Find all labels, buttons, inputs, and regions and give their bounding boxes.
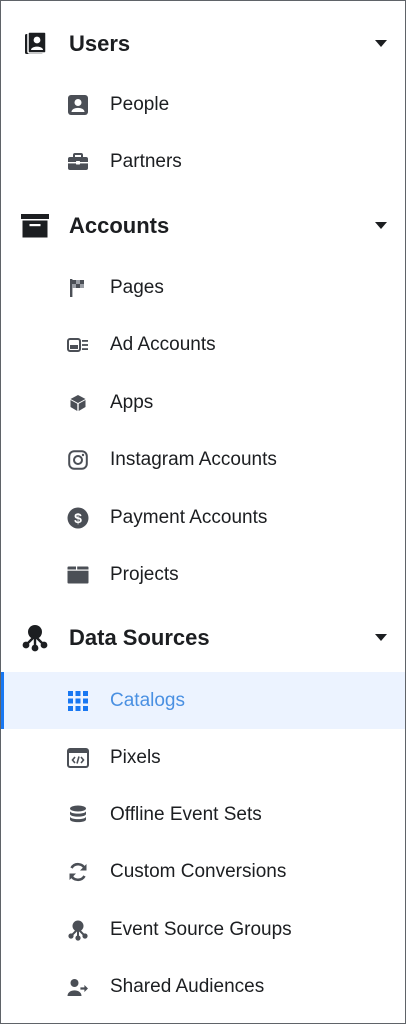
nav-item-label: Payment Accounts	[110, 507, 268, 528]
dollar-circle-icon: $	[67, 507, 89, 529]
database-stack-icon	[67, 804, 89, 826]
selection-indicator	[1, 672, 4, 729]
section-header-data-sources[interactable]: Data Sources	[1, 613, 405, 663]
nav-item-label: Event Source Groups	[110, 919, 292, 940]
nav-item-label: Pixels	[110, 747, 161, 768]
nav-item-label: Instagram Accounts	[110, 449, 277, 470]
nav-item-label: Projects	[110, 564, 179, 585]
nav-item-instagram-accounts[interactable]: Instagram Accounts	[1, 437, 405, 483]
nav-item-pixels[interactable]: Pixels	[1, 735, 405, 781]
nav-item-pages[interactable]: Pages	[1, 265, 405, 311]
nav-item-event-source-groups[interactable]: Event Source Groups	[1, 907, 405, 953]
navigation-sidebar: Users People Partners Accounts Pages Ad …	[0, 0, 406, 1024]
section-header-accounts[interactable]: Accounts	[1, 201, 405, 251]
caret-down-icon[interactable]	[375, 221, 387, 231]
nav-item-label: People	[110, 94, 170, 115]
nav-item-ad-accounts[interactable]: Ad Accounts	[1, 322, 405, 368]
briefcase-icon	[67, 151, 89, 173]
caret-down-icon[interactable]	[375, 39, 387, 49]
caret-down-icon[interactable]	[375, 633, 387, 643]
data-sources-icon	[21, 624, 49, 652]
nav-item-people[interactable]: People	[1, 82, 405, 128]
section-header-users[interactable]: Users	[1, 19, 405, 69]
grid-icon	[67, 690, 89, 712]
nav-item-custom-conversions[interactable]: Custom Conversions	[1, 849, 405, 895]
nav-item-apps[interactable]: Apps	[1, 380, 405, 426]
nav-item-catalogs[interactable]: Catalogs	[1, 672, 405, 729]
nav-item-label: Apps	[110, 392, 154, 413]
cube-icon	[67, 392, 89, 414]
archive-box-icon	[21, 212, 49, 240]
nav-item-label: Offline Event Sets	[110, 804, 262, 825]
svg-text:$: $	[74, 510, 82, 526]
nav-item-payment-accounts[interactable]: $ Payment Accounts	[1, 495, 405, 541]
section-title: Accounts	[69, 213, 170, 238]
nav-item-label: Pages	[110, 277, 164, 298]
folder-icon	[67, 564, 89, 586]
nav-item-partners[interactable]: Partners	[1, 139, 405, 185]
flag-icon	[67, 277, 89, 299]
code-window-icon	[67, 747, 89, 769]
nav-item-label: Partners	[110, 151, 182, 172]
nav-item-label: Custom Conversions	[110, 861, 287, 882]
nav-item-label: Ad Accounts	[110, 334, 216, 355]
ad-account-icon	[67, 334, 89, 356]
users-badge-icon	[21, 30, 49, 58]
section-title: Data Sources	[69, 625, 210, 650]
section-title: Users	[69, 31, 131, 56]
event-source-icon	[67, 919, 89, 941]
nav-item-label: Catalogs	[110, 689, 185, 711]
person-icon	[67, 94, 89, 116]
nav-item-label: Shared Audiences	[110, 976, 265, 997]
nav-item-shared-audiences[interactable]: Shared Audiences	[1, 964, 405, 1010]
instagram-icon	[67, 449, 89, 471]
nav-item-projects[interactable]: Projects	[1, 552, 405, 598]
shared-audience-icon	[67, 976, 89, 998]
nav-item-offline-event-sets[interactable]: Offline Event Sets	[1, 792, 405, 838]
refresh-icon	[67, 861, 89, 883]
